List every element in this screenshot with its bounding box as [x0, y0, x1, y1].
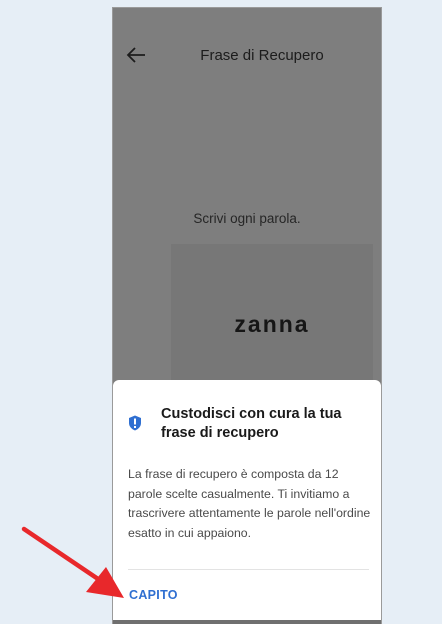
recovery-word: zanna	[234, 311, 310, 337]
instruction-text: Scrivi ogni parola.	[193, 211, 301, 226]
info-shield-icon	[129, 415, 141, 431]
page-title: Frase di Recupero	[200, 47, 324, 64]
divider	[128, 569, 369, 570]
sheet-body: La frase di recupero è composta da 12 pa…	[128, 467, 371, 540]
bottom-strip	[113, 620, 381, 624]
phone-screen: Frase di Recupero Scrivi ogni parola. za…	[113, 8, 381, 624]
bottom-sheet: Custodisci con cura la tua frase di recu…	[113, 380, 381, 624]
sheet-title: Custodisci con cura la tua frase di recu…	[161, 406, 342, 441]
capito-button[interactable]: CAPITO	[129, 588, 178, 602]
word-card: zanna	[171, 244, 373, 384]
app-bar: Frase di Recupero	[113, 8, 381, 108]
